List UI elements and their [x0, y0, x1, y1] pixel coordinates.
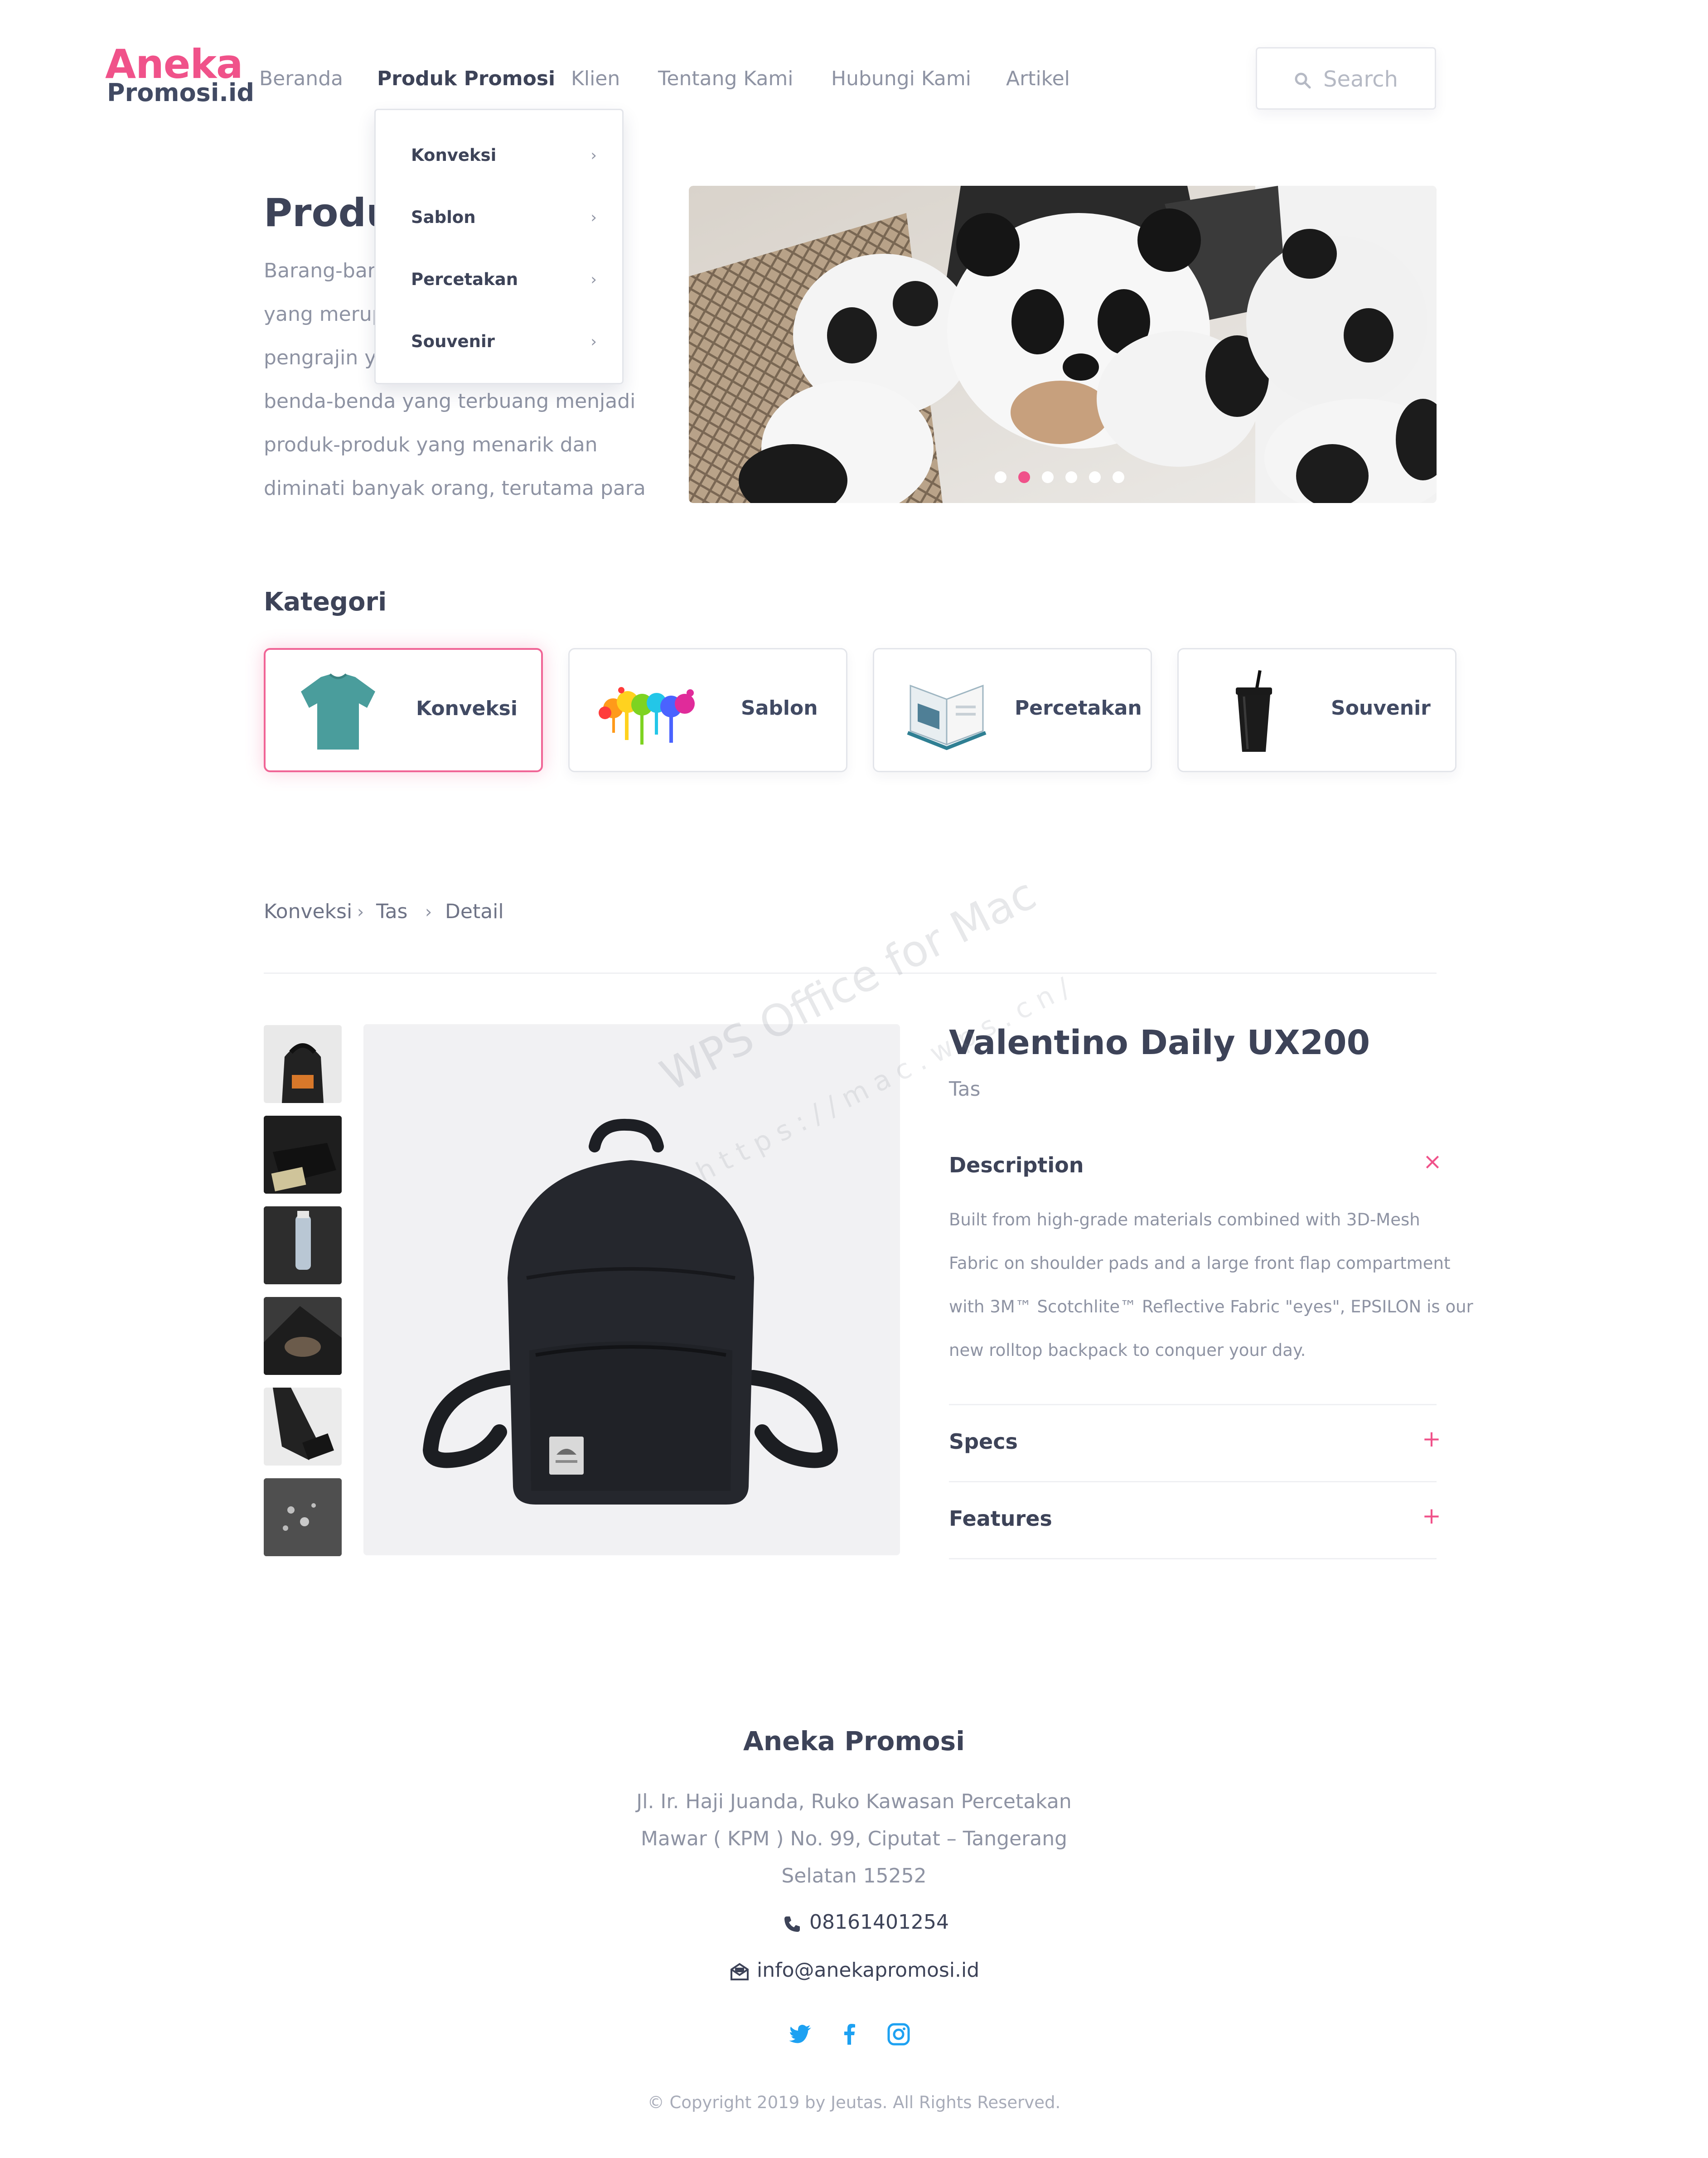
slider-dot-active[interactable]	[1018, 471, 1030, 483]
nav-beranda[interactable]: Beranda	[259, 66, 343, 92]
category-label: Souvenir	[1331, 697, 1431, 720]
category-label: Konveksi	[416, 697, 518, 720]
dropdown-item-label: Sablon	[411, 208, 476, 227]
product-thumbnail[interactable]	[264, 1388, 342, 1466]
description-line: with 3M™ Scotchlite™ Reflective Fabric "…	[949, 1297, 1473, 1316]
plus-icon[interactable]: +	[1422, 1426, 1441, 1452]
category-label: Percetakan	[1015, 697, 1142, 720]
accordion-description-header[interactable]: Description	[949, 1153, 1084, 1177]
instagram-icon[interactable]	[886, 2022, 911, 2047]
thumbnail-image	[264, 1478, 342, 1556]
slider-dots	[995, 471, 1124, 483]
product-thumbnail[interactable]	[264, 1025, 342, 1103]
dropdown-item-label: Souvenir	[411, 332, 495, 351]
tshirt-icon	[301, 673, 375, 750]
description-line: Fabric on shoulder pads and a large fron…	[949, 1253, 1451, 1273]
footer-address-line: Jl. Ir. Haji Juanda, Ruko Kawasan Percet…	[636, 1790, 1072, 1813]
dropdown-item-sablon[interactable]: Sablon ›	[411, 204, 597, 231]
hero-text-line: produk-produk yang menarik dan	[264, 433, 598, 456]
thumbnail-image	[282, 1043, 324, 1103]
copyright-text: © Copyright 2019 by Jeutas. All Rights R…	[647, 2093, 1061, 2112]
slider-dot[interactable]	[995, 471, 1006, 483]
chevron-right-icon: ›	[590, 208, 597, 227]
chevron-right-icon: ›	[590, 271, 597, 289]
product-thumbnail[interactable]	[264, 1297, 342, 1375]
description-line: new rolltop backpack to conquer your day…	[949, 1340, 1306, 1360]
paint-splash-icon	[599, 687, 695, 745]
search-box[interactable]	[1256, 47, 1436, 110]
plus-icon[interactable]: +	[1422, 1503, 1441, 1529]
phone-icon	[784, 1916, 800, 1932]
accordion-features-header[interactable]: Features	[949, 1506, 1052, 1531]
tumbler-icon	[1236, 670, 1272, 752]
hero-slider-image[interactable]	[689, 186, 1437, 503]
category-card-konveksi[interactable]: Konveksi	[264, 648, 543, 772]
dropdown-item-label: Konveksi	[411, 145, 497, 165]
category-card-souvenir[interactable]: Souvenir	[1177, 648, 1456, 772]
facebook-icon[interactable]	[837, 2022, 862, 2047]
kategori-heading: Kategori	[264, 587, 387, 617]
footer-address-line: Selatan 15252	[781, 1864, 927, 1887]
hero-text-line: diminati banyak orang, terutama para	[264, 477, 646, 500]
dropdown-item-label: Percetakan	[411, 270, 518, 289]
chevron-right-icon: ›	[425, 902, 432, 922]
footer-address-line: Mawar ( KPM ) No. 99, Ciputat – Tangeran…	[640, 1827, 1068, 1850]
footer-email[interactable]: info@anekapromosi.id	[757, 1959, 979, 1982]
twitter-icon[interactable]	[789, 2022, 813, 2047]
logo-promosi[interactable]: Promosi.id	[107, 81, 254, 105]
product-category: Tas	[949, 1078, 981, 1101]
breadcrumb-detail: Detail	[445, 900, 504, 923]
product-thumbnail[interactable]	[264, 1478, 342, 1556]
slider-dot[interactable]	[1042, 471, 1054, 483]
search-icon	[1295, 73, 1311, 89]
nav-hubungi-kami[interactable]: Hubungi Kami	[831, 66, 971, 92]
nav-artikel[interactable]: Artikel	[1006, 66, 1070, 92]
thumbnail-image	[264, 1116, 342, 1194]
thumbnail-image	[273, 1388, 334, 1460]
accordion-specs-header[interactable]: Specs	[949, 1429, 1018, 1454]
chevron-right-icon: ›	[590, 333, 597, 351]
product-thumbnail[interactable]	[264, 1116, 342, 1194]
breadcrumb-tas[interactable]: Tas	[376, 900, 407, 923]
nav-tentang-kami[interactable]: Tentang Kami	[658, 66, 794, 92]
close-icon[interactable]: ×	[1423, 1148, 1442, 1175]
description-line: Built from high-grade materials combined…	[949, 1210, 1420, 1229]
footer-title: Aneka Promosi	[743, 1726, 965, 1756]
product-thumbnail[interactable]	[264, 1206, 342, 1284]
accordion-divider	[949, 1558, 1437, 1559]
panda-plush-photo	[689, 186, 1437, 503]
accordion-divider	[949, 1481, 1437, 1482]
thumbnail-image	[264, 1297, 342, 1375]
slider-dot[interactable]	[1065, 471, 1077, 483]
thumbnail-image	[264, 1206, 342, 1284]
category-card-percetakan[interactable]: Percetakan	[873, 648, 1152, 772]
hero-text-line: yang merup	[264, 303, 385, 326]
nav-klien[interactable]: Klien	[571, 66, 620, 92]
dropdown-item-konveksi[interactable]: Konveksi ›	[411, 142, 597, 169]
chevron-right-icon: ›	[590, 146, 597, 165]
hero-text-line: benda-benda yang terbuang menjadi	[264, 390, 636, 413]
email-icon	[731, 1963, 749, 1980]
category-card-sablon[interactable]: Sablon	[568, 648, 847, 772]
chevron-right-icon: ›	[357, 902, 364, 922]
dropdown-item-percetakan[interactable]: Percetakan ›	[411, 266, 597, 293]
search-input[interactable]	[1323, 65, 1427, 94]
slider-dot[interactable]	[1089, 471, 1101, 483]
breadcrumb-konveksi[interactable]: Konveksi	[264, 900, 352, 923]
category-label: Sablon	[741, 697, 818, 720]
book-icon	[907, 684, 987, 750]
hero-text-line: Barang-bar	[264, 259, 376, 282]
footer-phone[interactable]: 08161401254	[809, 1911, 949, 1934]
produk-promosi-dropdown: Konveksi › Sablon › Percetakan › Souveni…	[374, 109, 624, 384]
slider-dot[interactable]	[1113, 471, 1124, 483]
dropdown-item-souvenir[interactable]: Souvenir ›	[411, 328, 597, 355]
hero-text-line: pengrajin yo	[264, 346, 389, 369]
accordion-divider	[949, 1404, 1437, 1405]
nav-produk-promosi[interactable]: Produk Promosi	[377, 66, 555, 92]
